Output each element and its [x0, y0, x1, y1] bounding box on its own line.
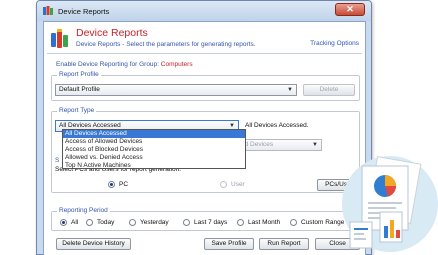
save-profile-button[interactable]: Save Profile — [204, 238, 254, 250]
header-divider — [47, 53, 362, 54]
dropdown-option[interactable]: All Devices Accessed — [63, 130, 245, 138]
user-radio-label: User — [231, 181, 245, 188]
delete-profile-button[interactable]: Delete — [303, 84, 355, 96]
report-profile-value: Default Profile — [59, 86, 100, 93]
report-profile-select[interactable]: Default Profile ▼ — [55, 84, 297, 96]
period-last7-radio[interactable]: Last 7 days — [183, 219, 227, 226]
radio-unselected-icon — [86, 219, 93, 226]
pc-radio[interactable]: PC — [108, 181, 128, 188]
period-today-radio[interactable]: Today — [86, 219, 114, 226]
period-last7-label: Last 7 days — [194, 219, 228, 226]
radio-unselected-icon — [290, 219, 297, 226]
period-today-label: Today — [97, 219, 115, 226]
delete-device-history-button[interactable]: Delete Device History — [56, 238, 131, 250]
group-name: Computers — [160, 61, 193, 68]
device-filter-select[interactable]: ed Devices ▼ — [237, 139, 322, 151]
dropdown-option[interactable]: Top N Active Machines — [63, 162, 245, 170]
window-close-button[interactable]: ✕ — [335, 3, 365, 16]
report-type-dropdown-list[interactable]: All Devices Accessed Access of Allowed D… — [62, 129, 246, 169]
enable-reporting-text: Enable Device Reporting for Group: Compu… — [56, 61, 193, 68]
window-title: Device Reports — [58, 7, 110, 16]
page-title: Device Reports — [76, 27, 148, 39]
report-profile-legend: Report Profile — [57, 71, 101, 78]
report-type-description: All Devices Accessed. — [245, 122, 309, 129]
dropdown-option[interactable]: Access of Allowed Devices — [63, 138, 245, 146]
client-area: Device Reports Device Reports - Select t… — [43, 21, 366, 255]
report-document-icon — [342, 156, 438, 252]
device-stack-icon — [51, 29, 68, 48]
radio-unselected-icon — [183, 219, 190, 226]
pc-radio-label: PC — [119, 181, 129, 188]
page-subtitle: Device Reports - Select the parameters f… — [76, 41, 256, 48]
period-yesterday-label: Yesterday — [140, 219, 169, 226]
reporting-period-legend: Reporting Period — [57, 207, 110, 214]
radio-selected-icon — [108, 181, 115, 188]
period-all-radio[interactable]: All — [60, 219, 78, 226]
radio-unselected-icon — [237, 219, 244, 226]
dropdown-option[interactable]: Allowed vs. Denied Access — [63, 154, 245, 162]
radio-unselected-icon — [220, 181, 227, 188]
report-profile-group: Report Profile Default Profile ▼ Delete — [51, 71, 360, 101]
period-yesterday-radio[interactable]: Yesterday — [129, 219, 169, 226]
user-radio[interactable]: User — [220, 181, 245, 188]
enable-label: Enable Device Reporting for Group: — [56, 61, 159, 68]
reporting-period-group: Reporting Period All Today Yesterday Las… — [51, 207, 360, 231]
period-lastmonth-radio[interactable]: Last Month — [237, 219, 280, 226]
period-custom-radio[interactable]: Custom Range — [290, 219, 344, 226]
period-lastmonth-label: Last Month — [248, 219, 281, 226]
chevron-down-icon: ▼ — [312, 142, 318, 148]
pcs-users-legend: S — [53, 157, 62, 164]
device-report-icon — [43, 6, 53, 15]
run-report-button[interactable]: Run Report — [259, 238, 309, 250]
report-type-value: All Devices Accessed — [59, 122, 121, 129]
title-bar[interactable]: Device Reports ✕ — [37, 1, 371, 21]
radio-selected-icon — [60, 219, 67, 226]
period-all-label: All — [71, 219, 79, 226]
device-reports-window: Device Reports ✕ Device Reports Device R… — [36, 0, 372, 255]
dropdown-option[interactable]: Access of Blocked Devices — [63, 146, 245, 154]
radio-unselected-icon — [129, 219, 136, 226]
chevron-down-icon: ▼ — [287, 87, 293, 93]
report-type-legend: Report Type — [57, 107, 97, 114]
tracking-options-link[interactable]: Tracking Options — [310, 40, 359, 47]
